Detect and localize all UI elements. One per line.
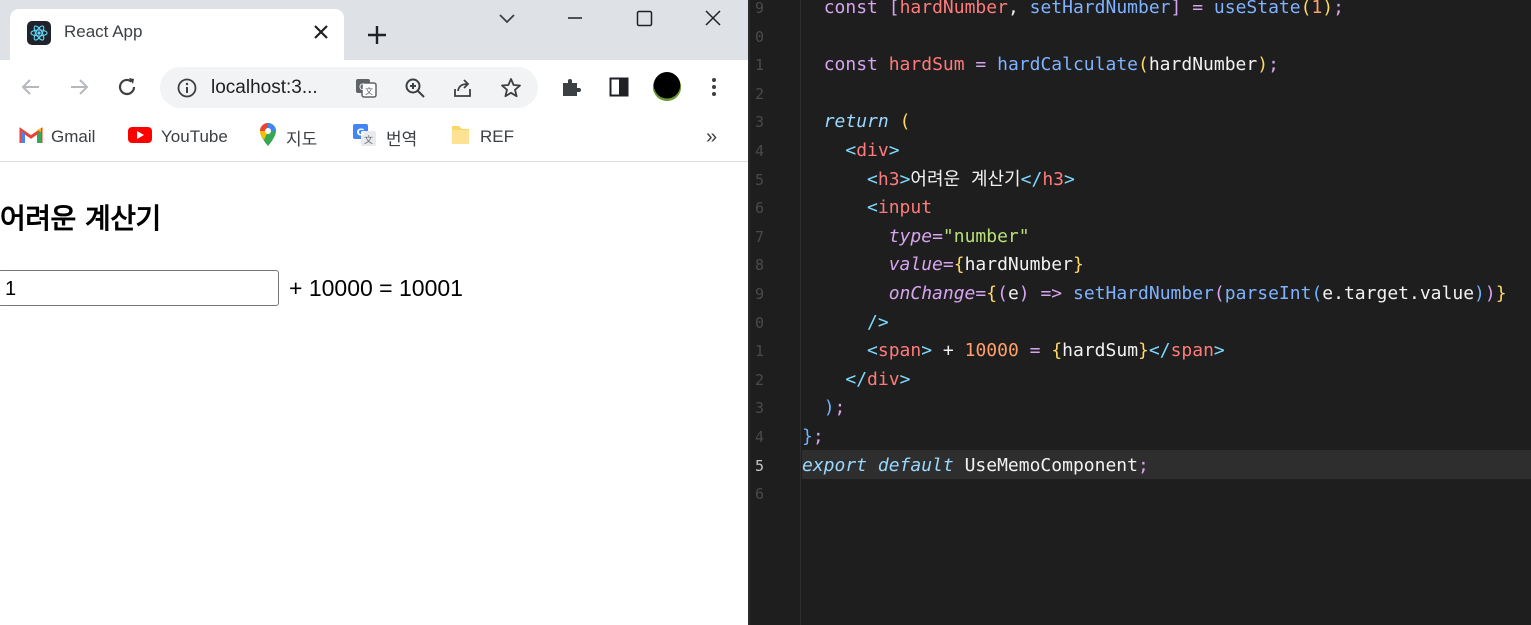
svg-text:文: 文	[365, 86, 373, 96]
translate-icon: G文	[352, 123, 378, 151]
code-line[interactable]: export default UseMemoComponent;	[802, 452, 1149, 481]
line-number: 5	[754, 170, 764, 189]
code-line[interactable]: const [hardNumber, setHardNumber] = useS…	[802, 0, 1344, 23]
browser-window: React App localhost:3... G 文 Gmail YouTu…	[0, 0, 748, 625]
maps-icon	[258, 122, 278, 152]
side-panel-icon[interactable]	[604, 72, 634, 102]
line-number: 4	[754, 142, 764, 160]
line-number: 1	[754, 342, 764, 361]
line-number: 4	[754, 428, 764, 446]
code-line[interactable]: <span> + 10000 = {hardSum}</span>	[802, 337, 1225, 366]
code-line[interactable]: </div>	[802, 366, 910, 395]
bookmark-label: REF	[480, 127, 514, 146]
close-window-icon[interactable]	[698, 6, 728, 32]
code-line[interactable]: onChange={(e) => setHardNumber(parseInt(…	[802, 280, 1507, 309]
line-number: 2	[754, 370, 764, 389]
extensions-icon[interactable]	[556, 72, 586, 102]
url-text: localhost:3...	[211, 77, 318, 98]
bookmark-folder-ref[interactable]: REF	[450, 124, 514, 150]
tab-close-icon[interactable]	[310, 21, 332, 43]
line-number: 3	[754, 113, 764, 132]
svg-text:文: 文	[364, 134, 373, 146]
forward-icon[interactable]	[64, 72, 94, 102]
maximize-icon[interactable]	[629, 6, 659, 32]
code-line[interactable]: type="number"	[802, 223, 1030, 252]
code-line[interactable]: };	[802, 423, 824, 452]
bookmark-translate[interactable]: G文 번역	[352, 124, 417, 150]
calc-result-text: + 10000 = 10001	[289, 275, 463, 301]
youtube-icon	[127, 125, 153, 149]
line-number: 9	[754, 0, 764, 17]
tab-title: React App	[64, 22, 143, 41]
site-info-icon[interactable]	[174, 75, 200, 101]
page-heading: 어려운 계산기	[0, 202, 161, 235]
line-number: 0	[754, 27, 764, 46]
reload-icon[interactable]	[112, 72, 142, 102]
bookmark-label: 번역	[386, 129, 418, 149]
line-number: 7	[754, 227, 764, 246]
bookmark-maps[interactable]: 지도	[258, 122, 318, 152]
line-number: 0	[754, 313, 764, 332]
bookmark-star-icon[interactable]	[498, 75, 524, 101]
hard-number-input[interactable]	[0, 270, 279, 306]
bookmark-label: YouTube	[161, 127, 228, 146]
bookmarks-bar: Gmail YouTube 지도 G文 번역 REF »	[0, 114, 748, 162]
line-number-gutter: 9 0 1 2 3 4 5 6 7 8 9 0 1 2 3 4 5 6	[750, 0, 800, 625]
gutter-divider	[800, 0, 801, 625]
code-line[interactable]: const hardSum = hardCalculate(hardNumber…	[802, 51, 1279, 80]
minimize-icon[interactable]	[560, 6, 590, 32]
line-number: 1	[754, 56, 764, 75]
code-line[interactable]: <input	[802, 194, 932, 223]
code-line[interactable]: <div>	[802, 137, 899, 166]
code-line[interactable]: <h3>어려운 계산기</h3>	[802, 166, 1075, 195]
code-line[interactable]: );	[802, 394, 846, 423]
bookmark-youtube[interactable]: YouTube	[127, 124, 228, 150]
gmail-icon	[19, 125, 43, 149]
browser-tab[interactable]: React App	[10, 9, 344, 60]
tab-strip: React App	[0, 0, 748, 60]
line-number: 6	[754, 199, 764, 218]
menu-kebab-icon[interactable]	[699, 72, 729, 102]
zoom-icon[interactable]	[402, 75, 428, 101]
bookmark-label: Gmail	[51, 127, 96, 146]
line-number: 2	[754, 84, 764, 103]
line-number: 9	[754, 285, 764, 303]
back-icon[interactable]	[16, 72, 46, 102]
bookmark-label: 지도	[286, 129, 318, 149]
profile-avatar[interactable]	[652, 72, 682, 102]
page-viewport: 어려운 계산기 + 10000 = 10001	[0, 163, 748, 625]
folder-icon	[450, 123, 472, 151]
bookmark-gmail[interactable]: Gmail	[19, 124, 95, 150]
line-number: 3	[754, 399, 764, 418]
line-number: 8	[754, 256, 764, 275]
code-line[interactable]: return (	[802, 108, 911, 137]
line-number: 5	[754, 456, 764, 475]
line-number: 6	[754, 485, 764, 504]
more-bookmarks-chevron-icon[interactable]: »	[706, 124, 717, 150]
code-line[interactable]: value={hardNumber}	[802, 251, 1084, 280]
share-icon[interactable]	[450, 75, 476, 101]
translate-page-icon[interactable]: G文	[353, 75, 379, 101]
react-logo-icon	[27, 21, 51, 45]
address-bar[interactable]: localhost:3... G文	[160, 67, 538, 108]
new-tab-button[interactable]	[364, 22, 390, 48]
tab-search-icon[interactable]	[492, 6, 522, 32]
code-line[interactable]: />	[802, 309, 889, 338]
browser-toolbar: localhost:3... G文	[0, 60, 748, 114]
code-editor[interactable]: 9 0 1 2 3 4 5 6 7 8 9 0 1 2 3 4 5 6 const [hardNumber, se…	[748, 0, 1531, 625]
